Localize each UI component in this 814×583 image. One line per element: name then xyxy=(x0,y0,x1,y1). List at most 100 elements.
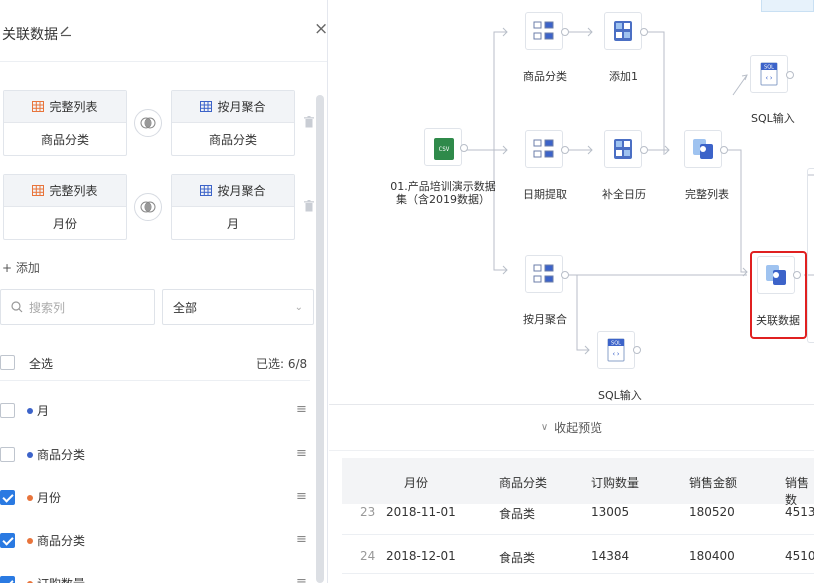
column-header[interactable]: 月份 xyxy=(404,474,428,491)
drag-handle-icon[interactable]: ≡ xyxy=(296,446,307,461)
join-config-panel: 关联数据 × 完整列表 商品分类 按月聚合 商品分类 完整列表 月份 按月聚合 … xyxy=(0,0,328,583)
node-output-port[interactable] xyxy=(561,271,569,279)
delete-trash-icon[interactable] xyxy=(304,116,314,128)
calculator-icon xyxy=(614,21,632,41)
svg-text:SQL: SQL xyxy=(764,65,774,71)
field-name: 月份 xyxy=(37,491,62,505)
field-checkbox[interactable] xyxy=(0,576,15,583)
join-icon xyxy=(693,139,713,159)
drag-handle-icon[interactable]: ≡ xyxy=(296,489,307,504)
chevron-down-icon: ⌄ xyxy=(294,301,303,313)
drag-handle-icon[interactable]: ≡ xyxy=(296,575,307,583)
filter-value: 全部 xyxy=(173,300,198,315)
left-table-name: 完整列表 xyxy=(49,184,98,198)
node-label: 完整列表 xyxy=(685,188,729,201)
drag-handle-icon[interactable]: ≡ xyxy=(296,532,307,547)
field-list-item[interactable]: 商品分类 ≡ xyxy=(0,520,310,562)
cell-category: 食品类 xyxy=(499,507,536,521)
panel-title: 关联数据 xyxy=(2,27,58,43)
right-field-name: 商品分类 xyxy=(208,133,257,147)
right-table-box[interactable]: 按月聚合 商品分类 xyxy=(171,90,295,156)
column-filter-select[interactable]: 全部 ⌄ xyxy=(162,289,314,325)
join-condition-row: 完整列表 商品分类 按月聚合 商品分类 xyxy=(0,90,314,158)
cell-qty: 14384 xyxy=(591,549,630,563)
join-condition-row: 完整列表 月份 按月聚合 月 xyxy=(0,174,314,242)
drag-handle-icon[interactable]: ≡ xyxy=(296,402,307,417)
node-output-port[interactable] xyxy=(793,271,801,279)
source-dataset-node[interactable]: CSV xyxy=(424,128,462,166)
field-setting-node[interactable] xyxy=(525,12,563,50)
field-type-dot xyxy=(27,452,33,458)
field-checkbox[interactable] xyxy=(0,403,15,418)
delete-trash-icon[interactable] xyxy=(304,200,314,212)
date-extract-node[interactable] xyxy=(525,130,563,168)
column-header[interactable]: 商品分类 xyxy=(499,474,547,491)
cell-extra: 4513 xyxy=(785,505,814,519)
cell-extra: 4510 xyxy=(785,549,814,563)
cell-amount: 180520 xyxy=(689,505,735,519)
field-list-item[interactable]: 商品分类 ≡ xyxy=(0,434,310,476)
add-column-node[interactable] xyxy=(604,12,642,50)
node-output-port[interactable] xyxy=(640,28,648,36)
left-table-box[interactable]: 完整列表 月份 xyxy=(3,174,127,240)
panel-scrollbar[interactable] xyxy=(316,95,324,583)
left-table-box[interactable]: 完整列表 商品分类 xyxy=(3,90,127,156)
csv-file-icon: CSV xyxy=(434,138,454,160)
field-checkbox[interactable] xyxy=(0,533,15,548)
node-output-port[interactable] xyxy=(633,346,641,354)
sql-input-node[interactable]: SQL ‹› xyxy=(750,55,788,93)
column-header[interactable]: 订购数量 xyxy=(591,474,639,491)
node-output-port[interactable] xyxy=(561,28,569,36)
add-join-condition-button[interactable]: + 添加 xyxy=(2,259,40,276)
search-columns-input[interactable]: 搜索列 xyxy=(0,289,155,325)
node-output-port[interactable] xyxy=(640,146,648,154)
table-icon-orange xyxy=(32,185,45,196)
field-setting-icon xyxy=(533,21,554,40)
cell-month: 2018-12-01 xyxy=(386,549,456,563)
offscreen-node[interactable] xyxy=(807,168,814,343)
panel-header: 关联数据 × xyxy=(0,0,327,62)
flow-canvas[interactable]: CSV 01.产品培训演示数据 集（含2019数据） 商品分类 添加1 SQL ‹… xyxy=(329,0,814,404)
edit-pencil-icon[interactable] xyxy=(58,22,74,38)
select-all-row: 全选 已选: 6/8 xyxy=(0,345,310,381)
join-node-full-list[interactable] xyxy=(684,130,722,168)
join-type-toggle[interactable] xyxy=(134,193,162,221)
right-field-name: 月 xyxy=(226,217,239,231)
selected-count: 已选: 6/8 xyxy=(256,357,308,371)
field-name: 商品分类 xyxy=(37,534,86,548)
table-icon-blue xyxy=(200,101,213,112)
column-header[interactable]: 销售金额 xyxy=(689,474,737,491)
node-label: 补全日历 xyxy=(602,188,646,201)
right-table-name: 按月聚合 xyxy=(217,100,266,114)
sql-icon: SQL ‹› xyxy=(607,338,625,362)
table-row: 23 2018-11-01 食品类 13005 180520 4513 xyxy=(342,497,814,535)
field-list-item[interactable]: 月 ≡ xyxy=(0,390,310,432)
field-name: 月 xyxy=(37,404,50,418)
table-row: 24 2018-12-01 食品类 14384 180400 4510 xyxy=(342,536,814,574)
sql-input-node[interactable]: SQL ‹› xyxy=(597,331,635,369)
field-list-item[interactable]: 订购数量 ≡ xyxy=(0,563,310,583)
field-setting-icon xyxy=(533,264,554,283)
fill-calendar-node[interactable] xyxy=(604,130,642,168)
node-label: 日期提取 xyxy=(523,188,567,201)
join-data-node[interactable] xyxy=(757,256,795,294)
field-checkbox[interactable] xyxy=(0,447,15,462)
svg-text:‹›: ‹› xyxy=(765,74,773,82)
left-table-name: 完整列表 xyxy=(49,100,98,114)
search-placeholder: 搜索列 xyxy=(29,300,66,315)
close-button[interactable]: × xyxy=(314,20,327,38)
field-list-item[interactable]: 月份 ≡ xyxy=(0,477,310,519)
month-aggregate-node[interactable] xyxy=(525,255,563,293)
collapse-preview-button[interactable]: ∨ 收起预览 xyxy=(329,405,814,451)
node-label: 关联数据 xyxy=(756,314,800,327)
right-table-name: 按月聚合 xyxy=(217,184,266,198)
join-type-toggle[interactable] xyxy=(134,109,162,137)
node-output-port[interactable] xyxy=(460,144,468,152)
node-output-port[interactable] xyxy=(786,71,794,79)
svg-text:‹›: ‹› xyxy=(612,350,620,358)
field-checkbox[interactable] xyxy=(0,490,15,505)
node-output-port[interactable] xyxy=(561,146,569,154)
right-table-box[interactable]: 按月聚合 月 xyxy=(171,174,295,240)
node-output-port[interactable] xyxy=(720,146,728,154)
select-all-checkbox[interactable] xyxy=(0,355,15,370)
